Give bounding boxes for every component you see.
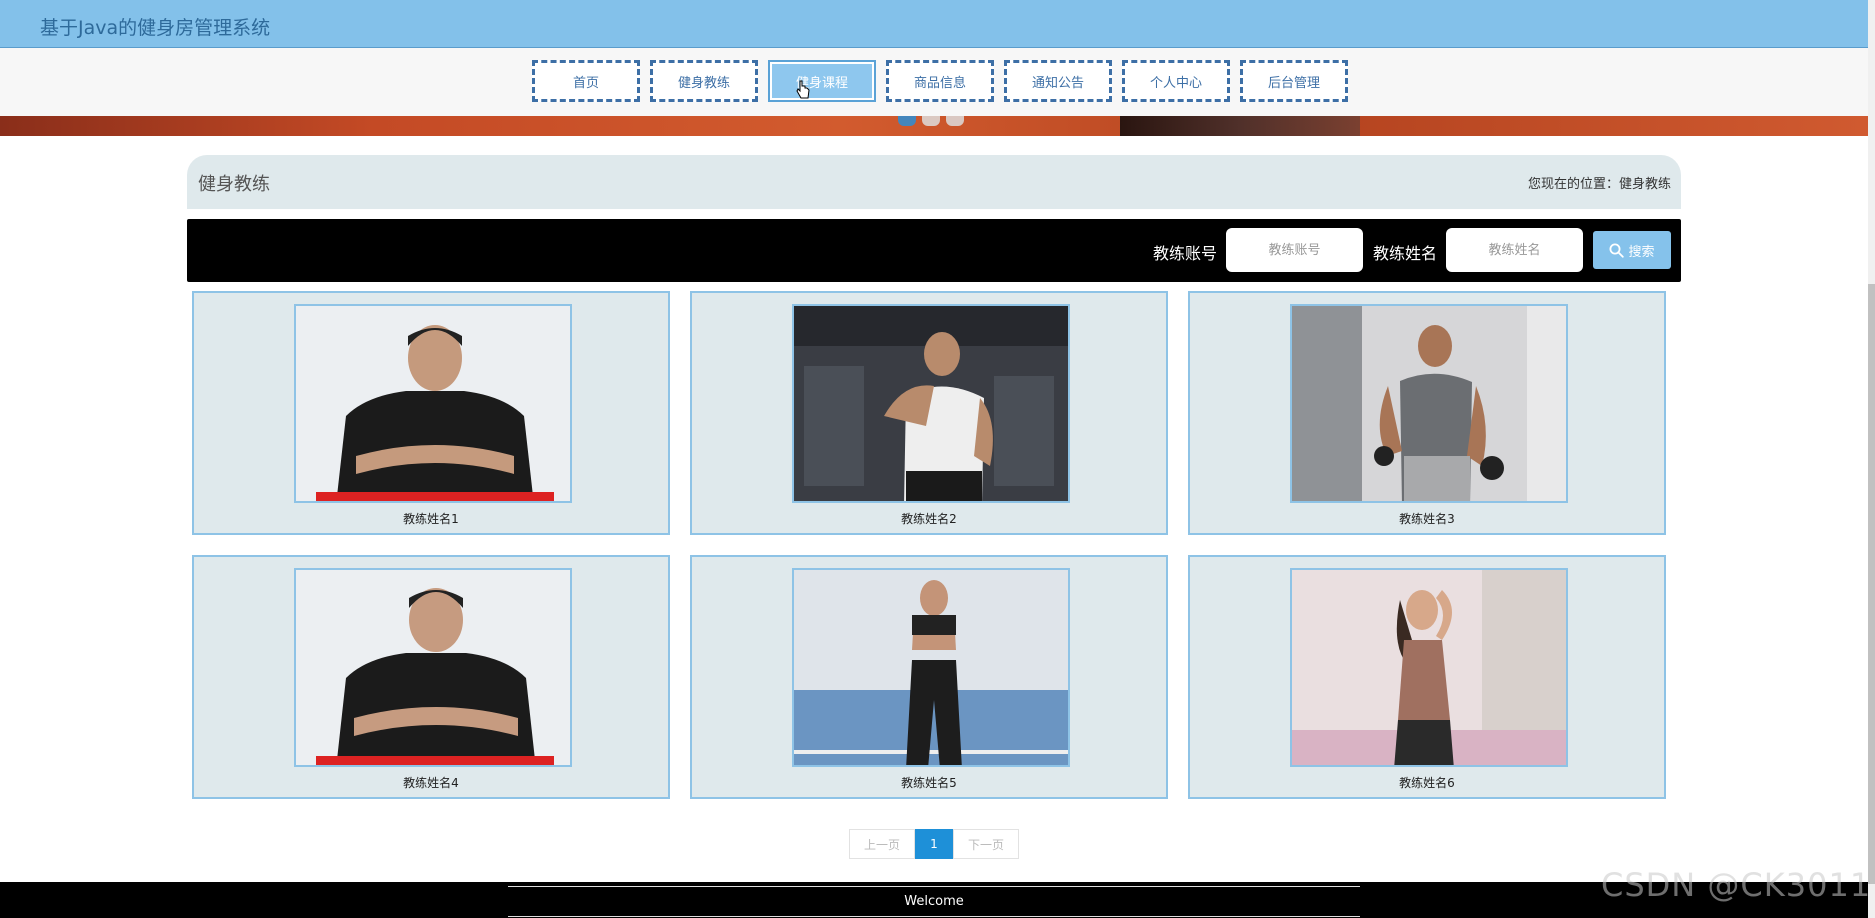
footer: Welcome [0, 882, 1868, 918]
coach-name: 教练姓名3 [1399, 512, 1455, 526]
breadcrumb: 您现在的位置：健身教练 [1527, 177, 1671, 192]
hand-cursor-icon [796, 80, 810, 99]
coach-photo[interactable] [1290, 568, 1568, 767]
pagination: 上一页 1 下一页 [849, 829, 1019, 859]
vertical-scrollbar[interactable] [1868, 0, 1875, 918]
nav-item-products[interactable]: 商品信息 [886, 60, 994, 102]
coach-photo[interactable] [294, 304, 572, 503]
coach-name: 教练姓名2 [901, 512, 957, 526]
title-bar: 基于Java的健身房管理系统 [0, 0, 1868, 48]
watermark: CSDN @CK3011 [1601, 866, 1872, 904]
nav-item-admin[interactable]: 后台管理 [1240, 60, 1348, 102]
nav-item-home[interactable]: 首页 [532, 60, 640, 102]
scrollbar-thumb[interactable] [1868, 284, 1875, 884]
carousel-dots [898, 116, 964, 126]
coach-name: 教练姓名6 [1399, 776, 1455, 790]
app-title: 基于Java的健身房管理系统 [40, 17, 271, 39]
footer-text: Welcome [904, 894, 964, 909]
account-label: 教练账号 [1153, 244, 1218, 263]
page-number-current[interactable]: 1 [915, 829, 953, 859]
search-button-label: 搜索 [1628, 244, 1655, 260]
coach-name: 教练姓名5 [901, 776, 957, 790]
coach-photo[interactable] [294, 568, 572, 767]
nav-item-notices[interactable]: 通知公告 [1004, 60, 1112, 102]
nav-item-courses[interactable]: 健身课程 [768, 60, 876, 102]
coach-card[interactable]: 教练姓名2 [690, 291, 1168, 535]
search-button[interactable]: 搜索 [1593, 231, 1671, 269]
coach-photo[interactable] [792, 568, 1070, 767]
carousel-dot-3[interactable] [946, 116, 964, 126]
coach-card[interactable]: 教练姓名3 [1188, 291, 1666, 535]
banner-carousel [0, 116, 1868, 136]
coach-name: 教练姓名4 [403, 776, 459, 790]
coach-photo[interactable] [1290, 304, 1568, 503]
search-icon [1609, 243, 1625, 258]
name-search-input[interactable] [1446, 228, 1583, 272]
prev-page-button[interactable]: 上一页 [849, 829, 915, 859]
name-label: 教练姓名 [1373, 244, 1438, 263]
carousel-dot-1[interactable] [898, 116, 916, 126]
account-search-input[interactable] [1226, 228, 1363, 272]
carousel-dot-2[interactable] [922, 116, 940, 126]
nav-menu: 首页 健身教练 健身课程 商品信息 通知公告 个人中心 后台管理 [532, 60, 1348, 102]
coach-card[interactable]: 教练姓名5 [690, 555, 1168, 799]
coach-photo[interactable] [792, 304, 1070, 503]
coach-card[interactable]: 教练姓名1 [192, 291, 670, 535]
top-nav: 首页 健身教练 健身课程 商品信息 通知公告 个人中心 后台管理 [0, 48, 1868, 116]
search-bar: 教练账号 教练姓名 搜索 [187, 219, 1681, 282]
next-page-button[interactable]: 下一页 [953, 829, 1019, 859]
footer-divider-bottom [508, 916, 1360, 917]
section-header: 健身教练 您现在的位置：健身教练 [187, 155, 1681, 209]
coach-card[interactable]: 教练姓名4 [192, 555, 670, 799]
coach-card[interactable]: 教练姓名6 [1188, 555, 1666, 799]
footer-divider-top [508, 886, 1360, 887]
coach-name: 教练姓名1 [403, 512, 459, 526]
section-title: 健身教练 [198, 174, 270, 195]
banner-shadow [1120, 116, 1360, 136]
page: 基于Java的健身房管理系统 首页 健身教练 健身课程 商品信息 通知公告 个人… [0, 0, 1875, 918]
nav-item-profile[interactable]: 个人中心 [1122, 60, 1230, 102]
nav-item-coaches[interactable]: 健身教练 [650, 60, 758, 102]
